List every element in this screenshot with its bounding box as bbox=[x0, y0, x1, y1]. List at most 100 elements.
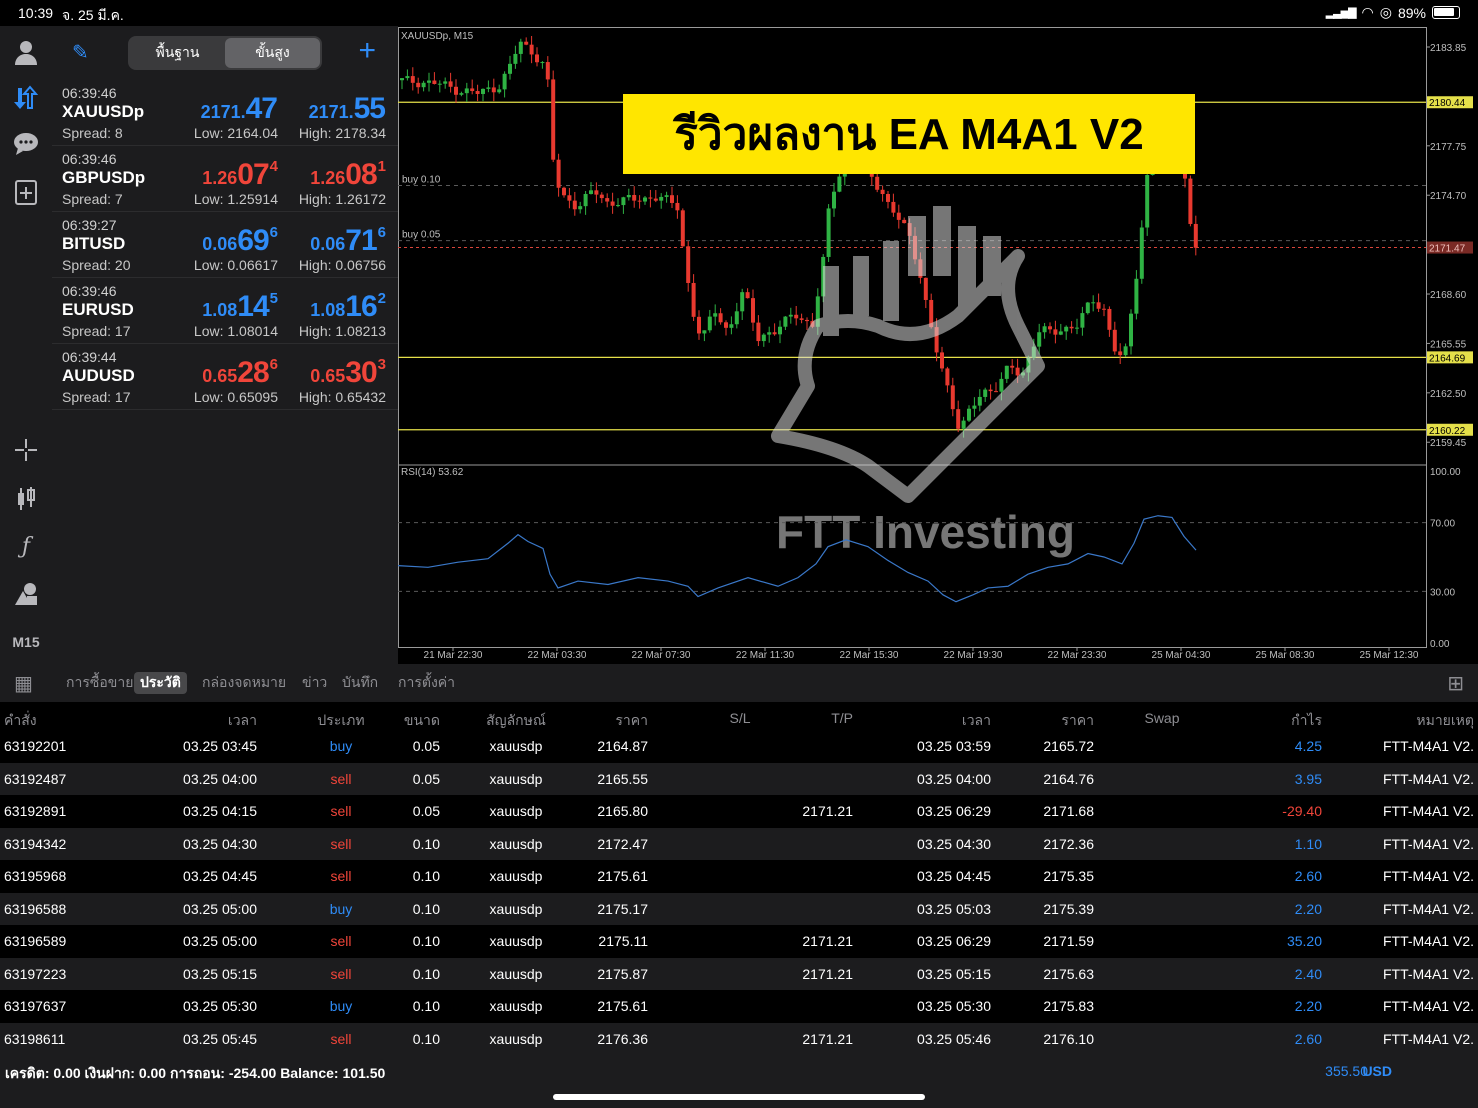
column-header-3[interactable]: ขนาด bbox=[404, 710, 440, 732]
table-row[interactable]: 63192201 03.25 03:45 buy 0.05 xauusdp 2164.87… bbox=[0, 730, 1478, 763]
add-symbol-icon[interactable]: + bbox=[358, 34, 376, 68]
tab-2[interactable]: กล่องจดหมาย bbox=[196, 672, 292, 694]
table-row[interactable]: 63196589 03.25 05:00 sell 0.10 xauusdp 2175.1… bbox=[0, 925, 1478, 958]
quote-symbol: BITUSD bbox=[62, 234, 126, 253]
candle-body bbox=[491, 87, 496, 93]
candle-body bbox=[1004, 365, 1009, 379]
quotes-icon[interactable] bbox=[6, 78, 46, 118]
table-row[interactable]: 63195968 03.25 04:45 sell 0.10 xauusdp 2175.6… bbox=[0, 860, 1478, 893]
candle-body bbox=[572, 200, 577, 210]
ask-price[interactable]: 1.26 08 1 bbox=[310, 158, 386, 192]
cell-size: 0.10 bbox=[412, 998, 440, 1014]
bid-price-main: 07 bbox=[237, 158, 269, 191]
layout-icon[interactable]: ⊞ bbox=[1447, 671, 1464, 696]
cell-type: buy bbox=[329, 900, 353, 917]
segment-basic[interactable]: พื้นฐาน bbox=[130, 38, 225, 68]
bid-price[interactable]: 0.06 69 6 bbox=[202, 224, 278, 258]
table-row[interactable]: 63197223 03.25 05:15 sell 0.10 xauusdp 2175.8… bbox=[0, 957, 1478, 990]
tab-1[interactable]: ประวัติ bbox=[134, 672, 187, 694]
tab-3[interactable]: ข่าว bbox=[296, 672, 333, 694]
quote-spread: Spread: 17 bbox=[62, 389, 131, 405]
cell-symbol: xauusdp bbox=[489, 738, 543, 754]
function-icon[interactable]: ƒ bbox=[6, 526, 46, 566]
tab-5[interactable]: การตั้งค่า bbox=[392, 672, 461, 694]
column-header-5[interactable]: ราคา bbox=[615, 710, 648, 732]
column-header-0[interactable]: คำสั่ง bbox=[4, 710, 37, 732]
quote-row[interactable]: 06:39:44 AUDUSD Spread: 17 0.65 28 6 0.6… bbox=[52, 344, 398, 410]
cell-id: 63196588 bbox=[4, 900, 67, 917]
candle-body bbox=[697, 316, 701, 334]
bid-price[interactable]: 0.65 28 6 bbox=[202, 356, 278, 390]
chart-area[interactable]: 2183.85 2177.75 2174.70 2168.60 2165.55 2162.… bbox=[398, 26, 1478, 664]
column-header-10[interactable]: Swap bbox=[1117, 710, 1207, 726]
cell-profit: 2.20 bbox=[1294, 998, 1322, 1014]
candle-body bbox=[459, 93, 464, 95]
account-icon[interactable] bbox=[6, 32, 46, 72]
toolbox-tabs: ▦ การซื้อขาย ประวัติ กล่องจดหมาย ข่าว บันทึก… bbox=[0, 664, 1478, 702]
quote-row[interactable]: 06:39:46 GBPUSDp Spread: 7 1.26 07 4 1.2… bbox=[52, 146, 398, 212]
column-header-2[interactable]: ประเภท bbox=[296, 710, 386, 732]
pencil-icon[interactable]: ✎ bbox=[72, 40, 89, 65]
home-indicator[interactable] bbox=[553, 1094, 925, 1100]
candle-body bbox=[891, 201, 896, 213]
tab-4[interactable]: บันทึก bbox=[336, 672, 384, 694]
ask-price-main: 08 bbox=[345, 158, 377, 191]
column-header-1[interactable]: เวลา bbox=[228, 710, 257, 732]
candle-body bbox=[540, 62, 545, 64]
table-row[interactable]: 63194342 03.25 04:30 sell 0.10 xauusdp 2172.4… bbox=[0, 827, 1478, 860]
table-row[interactable]: 63192891 03.25 04:15 sell 0.05 xauusdp 2165.8… bbox=[0, 795, 1478, 828]
candle-body bbox=[605, 198, 610, 202]
column-header-8[interactable]: เวลา bbox=[962, 710, 991, 732]
quote-row[interactable]: 06:39:27 BITUSD Spread: 20 0.06 69 6 0.0… bbox=[52, 212, 398, 278]
bid-price-prefix: 2171. bbox=[200, 102, 246, 122]
ask-price-pip: 6 bbox=[377, 224, 386, 241]
new-order-icon[interactable] bbox=[6, 172, 46, 212]
column-header-9[interactable]: ราคา bbox=[1061, 710, 1094, 732]
candle-body bbox=[783, 316, 788, 327]
candle-body bbox=[443, 81, 448, 84]
column-header-4[interactable]: สัญลักษณ์ bbox=[471, 710, 561, 732]
tab-0[interactable]: การซื้อขาย bbox=[60, 672, 139, 694]
ask-price[interactable]: 0.65 30 3 bbox=[310, 356, 386, 390]
indicators-icon[interactable] bbox=[6, 478, 46, 518]
candle-body bbox=[486, 87, 491, 89]
ask-price[interactable]: 1.08 16 2 bbox=[310, 290, 386, 324]
candle-body bbox=[1064, 326, 1069, 332]
bid-price[interactable]: 2171. 47 bbox=[201, 92, 278, 126]
candle-body bbox=[832, 191, 836, 209]
candle-body bbox=[1134, 278, 1139, 314]
column-header-6[interactable]: S/L bbox=[695, 710, 785, 726]
quotes-panel: ✎ พื้นฐาน ขั้นสูง + 06:39:46 XAUUSDp Spr… bbox=[52, 26, 398, 664]
segment-advanced[interactable]: ขั้นสูง bbox=[225, 38, 320, 68]
candle-body bbox=[583, 193, 588, 207]
quote-row[interactable]: 06:39:46 XAUUSDp Spread: 8 2171. 47 2171… bbox=[52, 80, 398, 146]
table-row[interactable]: 63192487 03.25 04:00 sell 0.05 xauusdp 2165.5… bbox=[0, 762, 1478, 795]
chat-icon[interactable] bbox=[6, 124, 46, 164]
ftt-watermark-logo: FTT Investing bbox=[771, 206, 1075, 558]
bid-price[interactable]: 1.08 14 5 bbox=[202, 290, 278, 324]
quote-time: 06:39:27 bbox=[62, 217, 117, 233]
quote-spread: Spread: 7 bbox=[62, 191, 123, 207]
crosshair-icon[interactable] bbox=[6, 430, 46, 470]
candle-body bbox=[1075, 327, 1079, 329]
table-row[interactable]: 63196588 03.25 05:00 buy 0.10 xauusdp 2175.17… bbox=[0, 892, 1478, 925]
battery-icon bbox=[1432, 6, 1460, 19]
ask-price[interactable]: 0.06 71 6 bbox=[310, 224, 386, 258]
ask-price[interactable]: 2171. 55 bbox=[309, 92, 386, 126]
table-row[interactable]: 63197637 03.25 05:30 buy 0.10 xauusdp 2175.61… bbox=[0, 990, 1478, 1023]
time-tick-label: 22 Mar 03:30 bbox=[528, 650, 587, 661]
history-table-header: คำสั่ง เวลา ประเภท ขนาด สัญลักษณ์ ราคา S/L T/P เ… bbox=[0, 702, 1478, 732]
bid-price[interactable]: 1.26 07 4 bbox=[202, 158, 278, 192]
timeframe-button[interactable]: M15 bbox=[6, 622, 46, 662]
time-tick-label: 25 Mar 08:30 bbox=[1256, 650, 1315, 661]
bid-price-main: 47 bbox=[245, 92, 278, 125]
quote-row[interactable]: 06:39:46 EURUSD Spread: 17 1.08 14 5 1.0… bbox=[52, 278, 398, 344]
table-row[interactable]: 63198611 03.25 05:45 sell 0.10 xauusdp 2176.3… bbox=[0, 1022, 1478, 1055]
calendar-icon[interactable]: ▦ bbox=[14, 671, 33, 696]
column-header-12[interactable]: หมายเหตุ bbox=[1416, 710, 1474, 732]
current-price-tag: 2171.47 bbox=[1429, 244, 1466, 255]
cell-id: 63197637 bbox=[4, 998, 67, 1014]
column-header-11[interactable]: กำไร bbox=[1291, 710, 1322, 732]
objects-icon[interactable] bbox=[6, 574, 46, 614]
column-header-7[interactable]: T/P bbox=[831, 710, 853, 726]
